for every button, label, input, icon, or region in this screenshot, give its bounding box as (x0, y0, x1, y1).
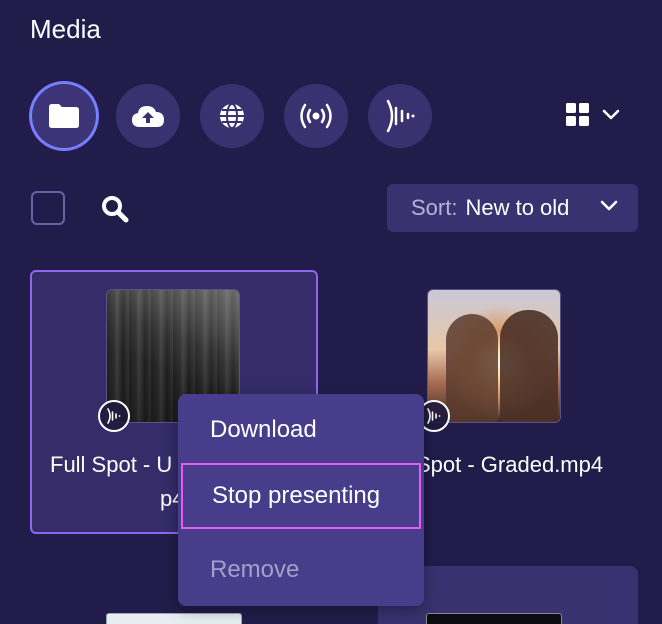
media-panel: Media Sort: New to old Full Spot - U p4 … (0, 0, 662, 624)
media-thumbnail (106, 613, 242, 624)
broadcast-icon (300, 103, 332, 129)
audio-badge-icon (98, 400, 130, 432)
page-title: Media (30, 14, 101, 44)
media-thumbnail (427, 289, 561, 423)
search-icon (102, 196, 129, 223)
chevron-down-icon (600, 200, 618, 211)
media-thumbnail (426, 613, 562, 624)
sort-dropdown[interactable]: Sort: New to old (387, 184, 638, 232)
sort-value: New to old (465, 195, 570, 220)
chevron-down-icon (602, 109, 620, 120)
folder-icon (49, 104, 79, 128)
audio-source-button[interactable] (368, 84, 432, 148)
sort-label: Sort: (411, 195, 458, 220)
cloud-upload-icon (132, 106, 164, 127)
folder-source-button[interactable] (32, 84, 96, 148)
context-menu: Download Stop presenting Remove (178, 394, 424, 606)
upload-source-button[interactable] (116, 84, 180, 148)
menu-item-stop-presenting[interactable]: Stop presenting (181, 463, 421, 529)
media-card-name: Full Spot - U (50, 452, 173, 477)
media-card-name: Spot - Graded.mp4 (416, 452, 604, 477)
audio-wave-icon (386, 99, 415, 133)
view-mode-toggle[interactable] (566, 100, 626, 130)
broadcast-source-button[interactable] (284, 84, 348, 148)
globe-icon (220, 103, 244, 129)
grid-view-icon (566, 103, 589, 126)
select-all-checkbox[interactable] (31, 191, 65, 225)
menu-item-remove[interactable]: Remove (178, 540, 424, 600)
search-button[interactable] (100, 194, 130, 229)
menu-item-download[interactable]: Download (178, 400, 424, 460)
web-source-button[interactable] (200, 84, 264, 148)
